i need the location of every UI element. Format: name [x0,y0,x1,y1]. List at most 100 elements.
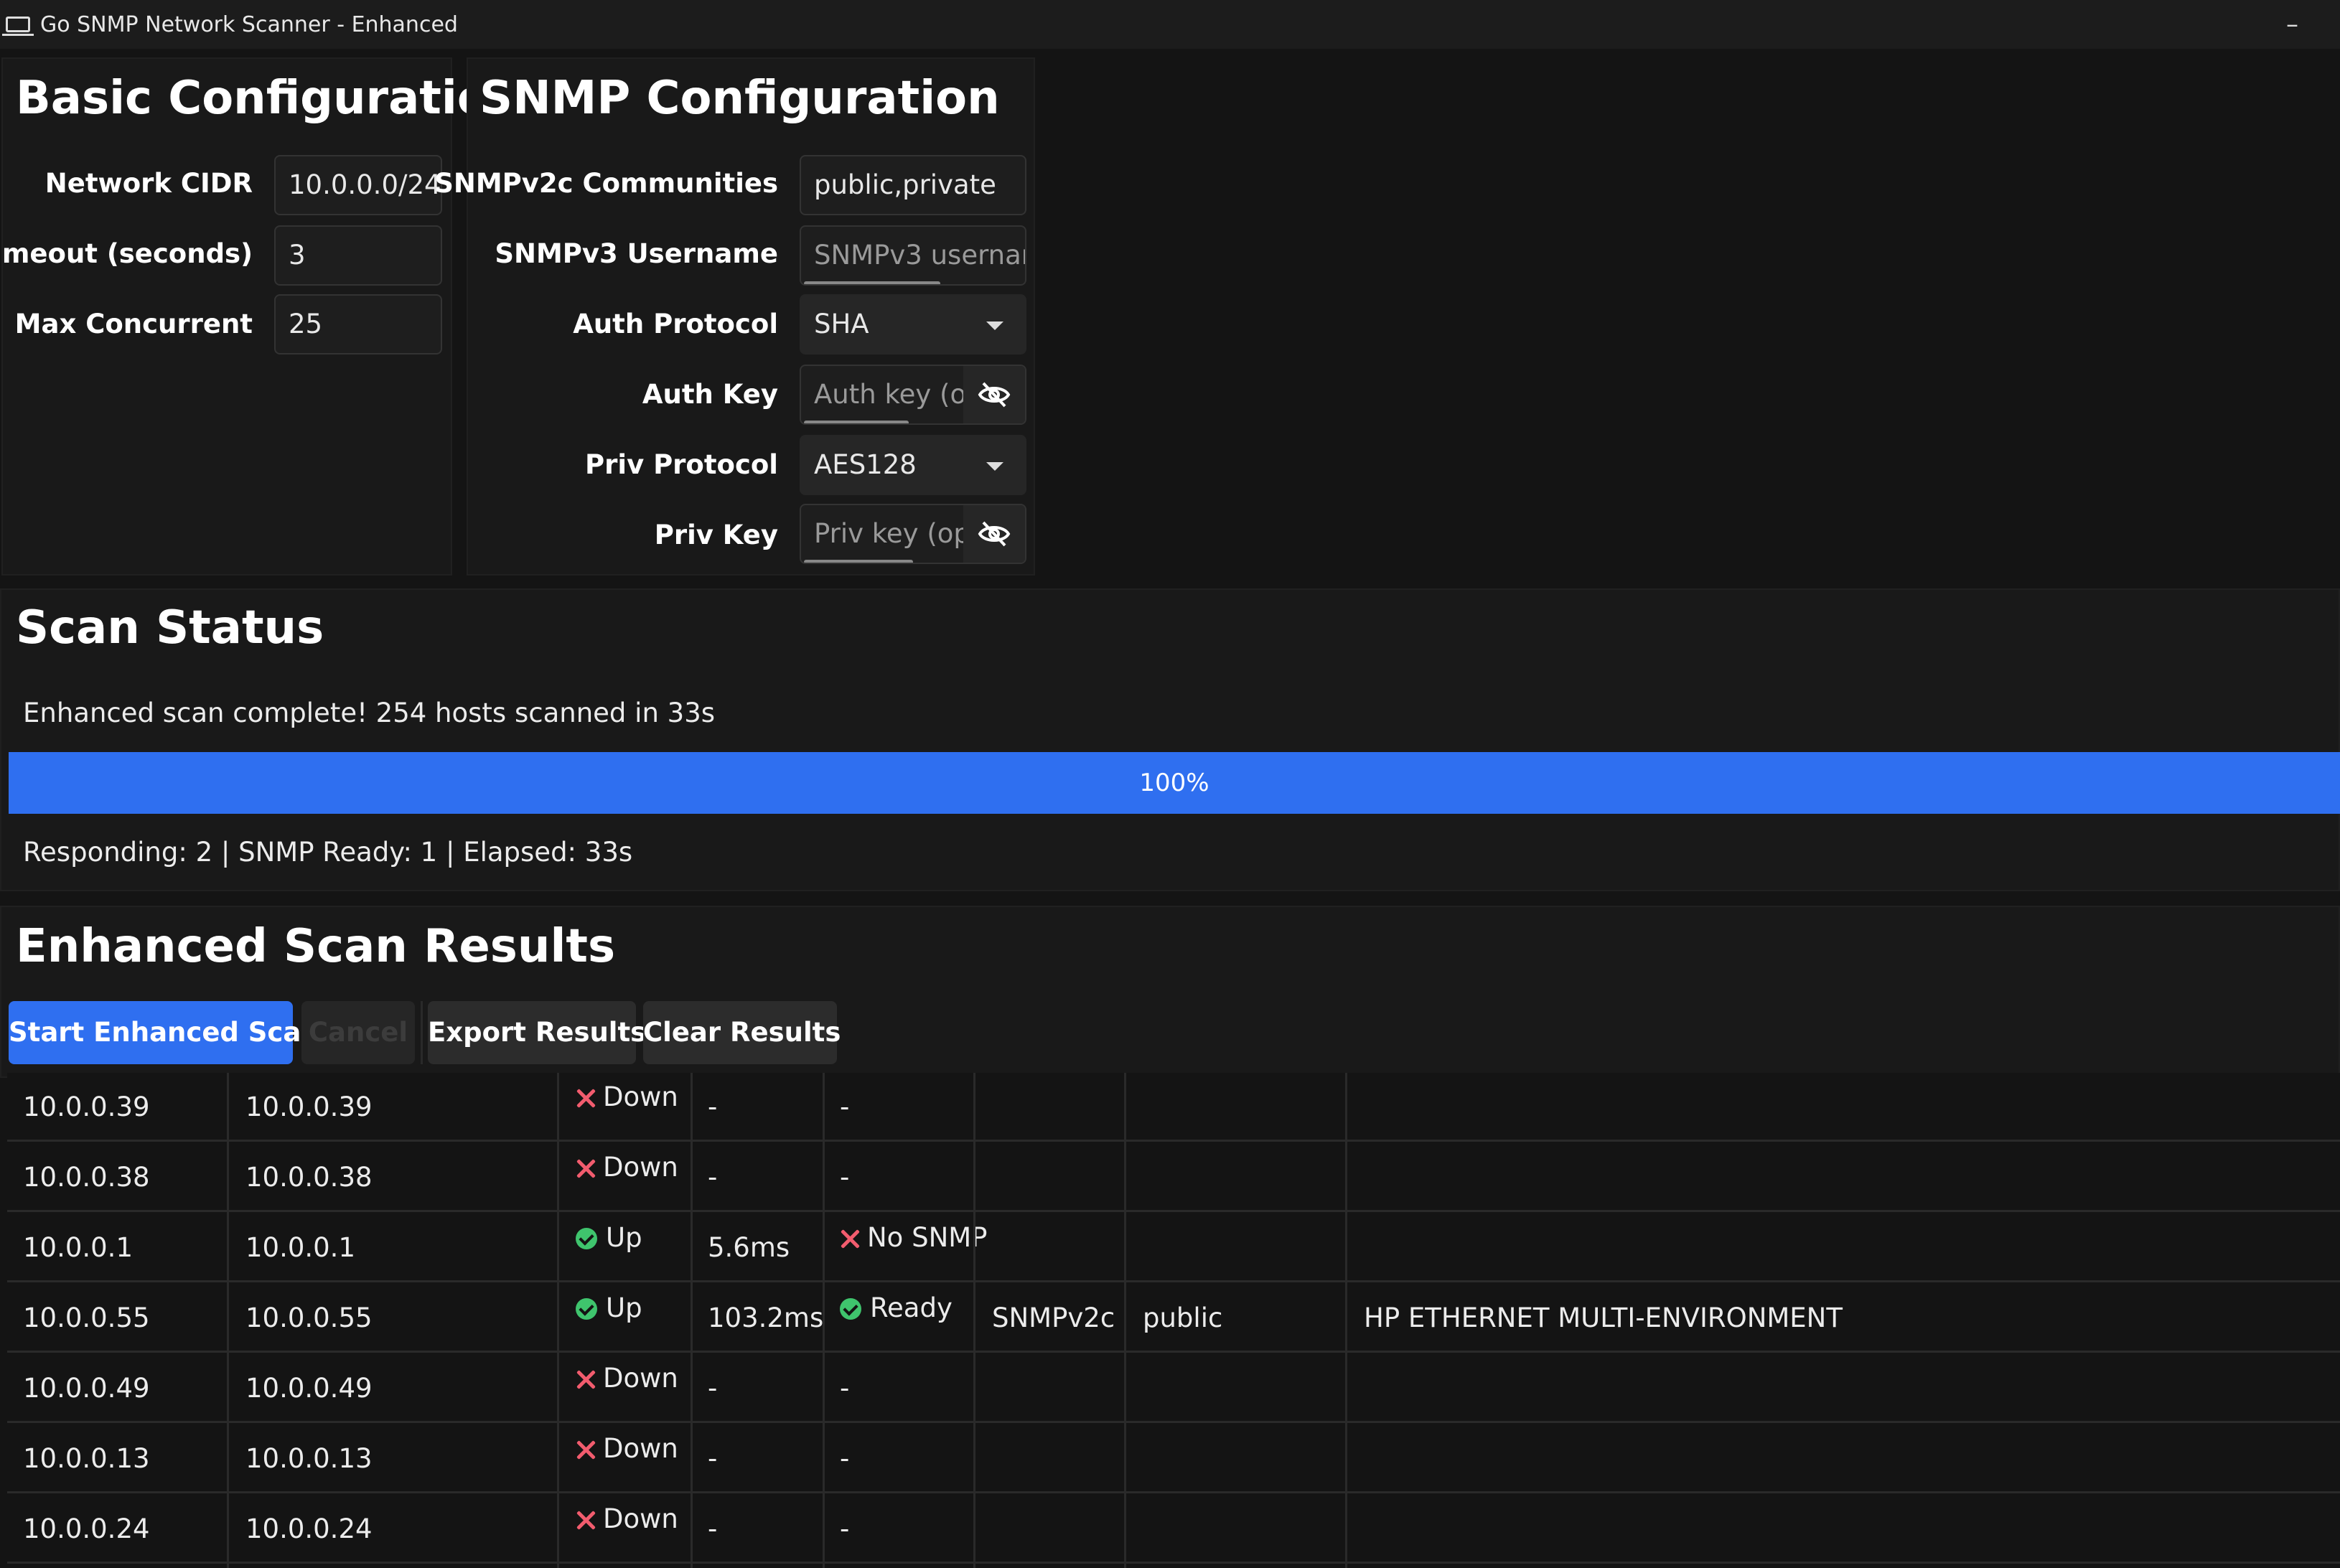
host-cell-text: 10.0.0.1 [245,1232,355,1263]
scan-status-message: Enhanced scan complete! 254 hosts scanne… [23,698,716,728]
rtt-cell: - [708,1073,717,1142]
check-icon [576,1297,597,1320]
export-results-button[interactable]: Export Results [428,1001,646,1064]
rtt-cell: - [708,1495,717,1564]
toolbar-divider [421,1001,423,1064]
ip-cell: 10.0.0.24 [23,1495,150,1564]
communities-input[interactable]: public,private [800,155,1026,215]
scan-status-heading: Scan Status [16,601,324,654]
column-divider [227,1073,229,1568]
ip-cell: 10.0.0.13 [23,1424,150,1493]
community-cell-text: public [1143,1302,1223,1333]
host-cell: 10.0.0.24 [245,1495,373,1564]
priv-protocol-value: AES128 [814,449,917,480]
username-input[interactable]: SNMPv3 username [800,225,1026,286]
priv-key-placeholder: Priv key (opti [814,518,988,549]
eye-off-icon[interactable] [963,505,1025,563]
scroll-indicator [804,421,909,423]
snmp-cell: - [840,1424,849,1493]
ip-cell-text: 10.0.0.1 [23,1232,133,1263]
community-cell: public [1143,1284,1222,1353]
check-icon [840,1297,861,1320]
ip-cell-text: 10.0.0.24 [23,1513,150,1544]
status-cell: Down [576,1143,678,1212]
max-concurrent-label: Max Concurrent [14,309,253,339]
table-row[interactable]: 10.0.0.49 10.0.0.49 Down - - [7,1354,2340,1423]
snmp-cell-text: - [840,1092,850,1122]
host-cell-text: 10.0.0.38 [245,1162,373,1193]
table-row[interactable]: 10.0.0.38 10.0.0.38 Down - - [7,1143,2340,1212]
ip-cell: 10.0.0.38 [23,1143,150,1212]
host-cell: 10.0.0.49 [245,1354,373,1423]
snmp-cell-text: - [840,1513,850,1544]
host-cell: 10.0.0.55 [245,1284,373,1353]
host-cell: 10.0.0.1 [245,1213,355,1282]
priv-protocol-label: Priv Protocol [585,449,778,480]
status-cell-text: Down [603,1151,678,1183]
basic-config-heading: Basic Configuration [16,72,522,125]
column-divider [691,1073,693,1568]
host-cell-text: 10.0.0.49 [245,1373,373,1404]
eye-off-icon[interactable] [963,366,1025,423]
status-cell: Down [576,1073,678,1142]
status-cell-text: Down [603,1081,678,1112]
ip-cell-text: 10.0.0.55 [23,1302,150,1333]
host-cell: 10.0.0.13 [245,1424,373,1493]
scroll-indicator [804,281,940,284]
x-icon [576,1510,596,1530]
network-cidr-label: Network CIDR [45,168,253,199]
rtt-cell: - [708,1424,717,1493]
auth-key-input[interactable]: Auth key (opt [800,365,1026,425]
snmp-cell: - [840,1354,849,1423]
host-cell-text: 10.0.0.24 [245,1513,373,1544]
host-cell-text: 10.0.0.13 [245,1443,373,1474]
timeout-input[interactable]: 3 [274,225,442,286]
column-divider [823,1073,825,1568]
rtt-cell-text: - [708,1162,718,1193]
max-concurrent-input[interactable]: 25 [274,294,442,355]
version-cell-text: SNMPv2c [992,1302,1115,1333]
network-cidr-input[interactable]: 10.0.0.0/24 [274,155,442,215]
communities-label: SNMPv2c Communities [434,168,778,199]
status-cell-text: Down [603,1432,678,1464]
rtt-cell: - [708,1354,717,1423]
x-icon [576,1440,596,1460]
rtt-cell-text: - [708,1513,718,1544]
rtt-cell: 5.6ms [708,1213,790,1282]
clear-results-button[interactable]: Clear Results [643,1001,841,1064]
progress-label: 100% [1139,769,1209,797]
column-divider [557,1073,559,1568]
ip-cell-text: 10.0.0.49 [23,1373,150,1404]
status-cell: Down [576,1424,678,1493]
table-row[interactable]: 10.0.0.24 10.0.0.24 Down - - [7,1495,2340,1564]
check-icon [576,1227,597,1249]
username-label: SNMPv3 Username [495,238,778,269]
priv-protocol-select[interactable]: AES128 [800,435,1026,495]
laptop-icon [2,17,34,36]
snmp-cell-text: - [840,1373,850,1404]
rtt-cell: 103.2ms [708,1284,823,1353]
priv-key-input[interactable]: Priv key (opti [800,504,1026,564]
window-title: Go SNMP Network Scanner - Enhanced [40,11,458,37]
snmp-cell-text: Ready [870,1292,953,1323]
auth-protocol-select[interactable]: SHA [800,294,1026,355]
host-cell: 10.0.0.39 [245,1073,373,1142]
timeout-label: Timeout (seconds) [0,238,253,269]
scroll-indicator [804,560,913,563]
host-cell-text: 10.0.0.55 [245,1302,373,1333]
table-row[interactable]: 10.0.0.39 10.0.0.39 Down - - [7,1073,2340,1142]
cancel-button[interactable]: Cancel [301,1001,415,1064]
start-scan-button[interactable]: Start Enhanced Scan [9,1001,320,1064]
status-cell-text: Down [603,1503,678,1534]
snmp-cell: Ready [840,1284,953,1353]
minimize-button[interactable]: – [2286,10,2298,39]
scan-summary: Responding: 2 | SNMP Ready: 1 | Elapsed:… [23,837,633,868]
results-heading: Enhanced Scan Results [16,920,616,973]
table-row[interactable]: 10.0.0.55 10.0.0.55 Up 103.2ms Ready SNMPv2c p… [7,1284,2340,1353]
column-divider [1345,1073,1347,1568]
description-cell-text: HP ETHERNET MULTI-ENVIRONMENT [1364,1302,1843,1333]
column-divider [973,1073,975,1568]
table-row[interactable]: 10.0.0.1 10.0.0.1 Up 5.6ms No SNMP [7,1213,2340,1282]
table-row[interactable]: 10.0.0.13 10.0.0.13 Down - - [7,1424,2340,1493]
rtt-cell: - [708,1143,717,1212]
